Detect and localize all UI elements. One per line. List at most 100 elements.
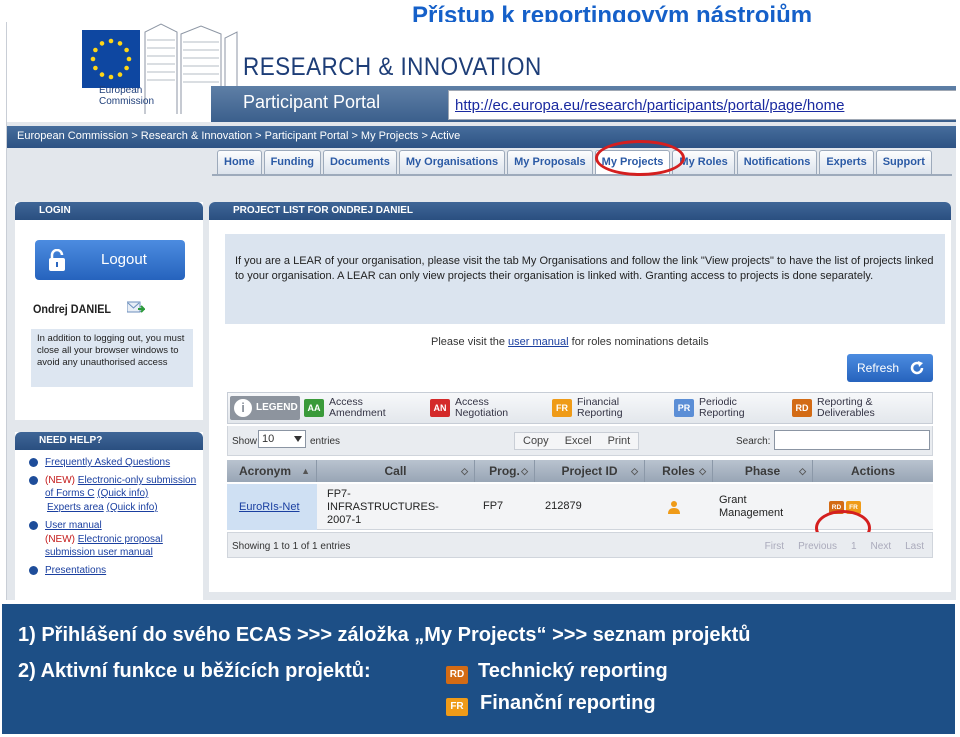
url-box[interactable]: http://ec.europa.eu/research/participant… bbox=[448, 90, 956, 120]
sort-icon: ▲ bbox=[301, 466, 310, 476]
help-item-forms-c: (NEW) Electronic-only submission of Form… bbox=[29, 474, 201, 500]
table-controls: Show 10 entries Copy Excel Print Search: bbox=[227, 426, 933, 456]
refresh-button[interactable]: Refresh bbox=[847, 354, 933, 382]
tab-my-organisations[interactable]: My Organisations bbox=[398, 150, 506, 174]
tab-support[interactable]: Support bbox=[875, 150, 932, 174]
site-title: RESEARCH & INNOVATION bbox=[243, 53, 542, 81]
phase-line-2: Management bbox=[719, 507, 784, 519]
breadcrumb[interactable]: European Commission > Research & Innovat… bbox=[17, 130, 460, 142]
copy-button[interactable]: Copy bbox=[515, 433, 557, 449]
logo-line-2: Commission bbox=[99, 96, 155, 107]
show-label: Show bbox=[232, 436, 258, 447]
pr-badge-icon: PR bbox=[674, 399, 694, 417]
login-panel-title: LOGIN bbox=[15, 202, 203, 220]
quick-info-link[interactable]: (Quick info) bbox=[97, 488, 148, 499]
pager-next[interactable]: Next bbox=[871, 541, 892, 552]
pager-last[interactable]: Last bbox=[905, 541, 924, 552]
help-link[interactable]: Experts area bbox=[47, 502, 104, 513]
col-project-id[interactable]: Project ID ◇ bbox=[535, 460, 645, 482]
main-nav: Home Funding Documents My Organisations … bbox=[217, 150, 932, 176]
cell-roles bbox=[645, 484, 713, 530]
bullet-icon bbox=[29, 566, 38, 575]
entries-info: Showing 1 to 1 of 1 entries bbox=[232, 541, 351, 552]
col-call[interactable]: Call ◇ bbox=[317, 460, 475, 482]
visit-suffix: for roles nominations details bbox=[571, 336, 709, 348]
an-badge-icon: AN bbox=[430, 399, 450, 417]
phase-line-1: Grant bbox=[719, 494, 747, 506]
breadcrumb-bar: European Commission > Research & Innovat… bbox=[7, 126, 956, 148]
portal-screenshot: European Commission RESEARCH & INNOVATIO… bbox=[6, 22, 956, 600]
col-actions: Actions bbox=[850, 464, 895, 478]
col-roles[interactable]: Roles ◇ bbox=[645, 460, 713, 482]
rd-badge-icon: RD bbox=[792, 399, 812, 417]
help-link[interactable]: Frequently Asked Questions bbox=[45, 457, 170, 468]
pager-previous[interactable]: Previous bbox=[798, 541, 837, 552]
col-prog[interactable]: Prog. ◇ bbox=[475, 460, 535, 482]
rd-badge-icon: RD bbox=[446, 666, 468, 684]
cell-project-id: 212879 bbox=[545, 500, 582, 512]
person-role-icon[interactable] bbox=[667, 500, 681, 514]
col-phase[interactable]: Phase ◇ bbox=[713, 460, 813, 482]
tab-funding[interactable]: Funding bbox=[263, 150, 321, 174]
legend-text: Reporting & Deliverables bbox=[817, 396, 875, 419]
portal-name[interactable]: Participant Portal bbox=[243, 92, 380, 113]
excel-button[interactable]: Excel bbox=[557, 433, 600, 449]
pager-page-1[interactable]: 1 bbox=[851, 541, 857, 552]
pager: First Previous 1 Next Last bbox=[765, 541, 924, 552]
info-band: 1) Přihlášení do svého ECAS >>> záložka … bbox=[2, 604, 955, 734]
fr-badge-icon: FR bbox=[552, 399, 572, 417]
url-link[interactable]: http://ec.europa.eu/research/participant… bbox=[455, 97, 844, 114]
page-size-select[interactable]: 10 bbox=[258, 430, 306, 448]
project-list-title: PROJECT LIST FOR ONDREJ DANIEL bbox=[209, 202, 951, 220]
legend-text: Financial Reporting bbox=[577, 396, 623, 419]
tab-documents[interactable]: Documents bbox=[322, 150, 397, 174]
sort-icon: ◇ bbox=[631, 466, 638, 476]
help-panel-title: NEED HELP? bbox=[15, 432, 203, 450]
project-acronym-link[interactable]: EuroRIs-Net bbox=[239, 501, 300, 513]
highlight-ring-my-projects bbox=[595, 140, 685, 176]
info-icon: i bbox=[234, 399, 252, 417]
slide: Přístup k reportingovým nástrojům Europe… bbox=[0, 0, 960, 737]
legend-title[interactable]: i LEGEND bbox=[230, 396, 300, 420]
ec-logo-text: European Commission bbox=[99, 85, 154, 107]
legend-text: Periodic Reporting bbox=[699, 396, 745, 419]
tab-notifications[interactable]: Notifications bbox=[736, 150, 818, 174]
user-manual-note: Please visit the user manual for roles n… bbox=[431, 336, 709, 348]
chevron-down-icon bbox=[294, 436, 302, 442]
logo-line-1: European bbox=[99, 85, 143, 96]
tab-experts[interactable]: Experts bbox=[819, 150, 874, 174]
ec-logo[interactable]: European Commission bbox=[37, 22, 238, 116]
logout-note: In addition to logging out, you must clo… bbox=[31, 329, 193, 387]
col-acronym[interactable]: Acronym ▲ bbox=[227, 460, 317, 482]
cell-prog: FP7 bbox=[483, 500, 504, 512]
step-2-text: 2) Aktivní funkce u běžících projektů: bbox=[18, 660, 371, 682]
quick-info-link[interactable]: (Quick info) bbox=[106, 502, 157, 513]
refresh-label: Refresh bbox=[857, 361, 900, 375]
legend-text: Access Amendment bbox=[329, 396, 386, 419]
sort-icon: ◇ bbox=[521, 466, 528, 476]
help-item-faq: Frequently Asked Questions bbox=[29, 456, 201, 469]
legend-label: LEGEND bbox=[256, 402, 298, 413]
aa-badge-icon: AA bbox=[304, 399, 324, 417]
user-manual-link[interactable]: user manual bbox=[508, 336, 569, 348]
user-profile-icon[interactable] bbox=[127, 300, 145, 314]
call-line-3: 2007-1 bbox=[327, 514, 362, 526]
lear-note: If you are a LEAR of your organisation, … bbox=[225, 234, 945, 324]
sort-icon: ◇ bbox=[799, 466, 806, 476]
help-link[interactable]: User manual bbox=[45, 520, 102, 531]
export-buttons: Copy Excel Print bbox=[514, 432, 640, 450]
logout-button[interactable]: Logout bbox=[35, 240, 185, 280]
table-header: Acronym ▲ Call ◇ Prog. ◇ Project ID ◇ Roles ◇… bbox=[227, 460, 933, 482]
step-1-text: 1) Přihlášení do svého ECAS >>> záložka … bbox=[18, 624, 751, 646]
pager-first[interactable]: First bbox=[765, 541, 784, 552]
tab-home[interactable]: Home bbox=[217, 150, 262, 174]
visit-prefix: Please visit the bbox=[431, 336, 505, 348]
help-link[interactable]: Presentations bbox=[45, 565, 106, 576]
search-input[interactable] bbox=[774, 430, 930, 450]
print-button[interactable]: Print bbox=[600, 433, 639, 449]
lock-icon bbox=[49, 249, 65, 271]
tab-my-proposals[interactable]: My Proposals bbox=[507, 150, 593, 174]
bullet-icon bbox=[29, 458, 38, 467]
fr-description: Finanční reporting bbox=[480, 692, 656, 714]
call-line-1: FP7- bbox=[327, 488, 351, 500]
